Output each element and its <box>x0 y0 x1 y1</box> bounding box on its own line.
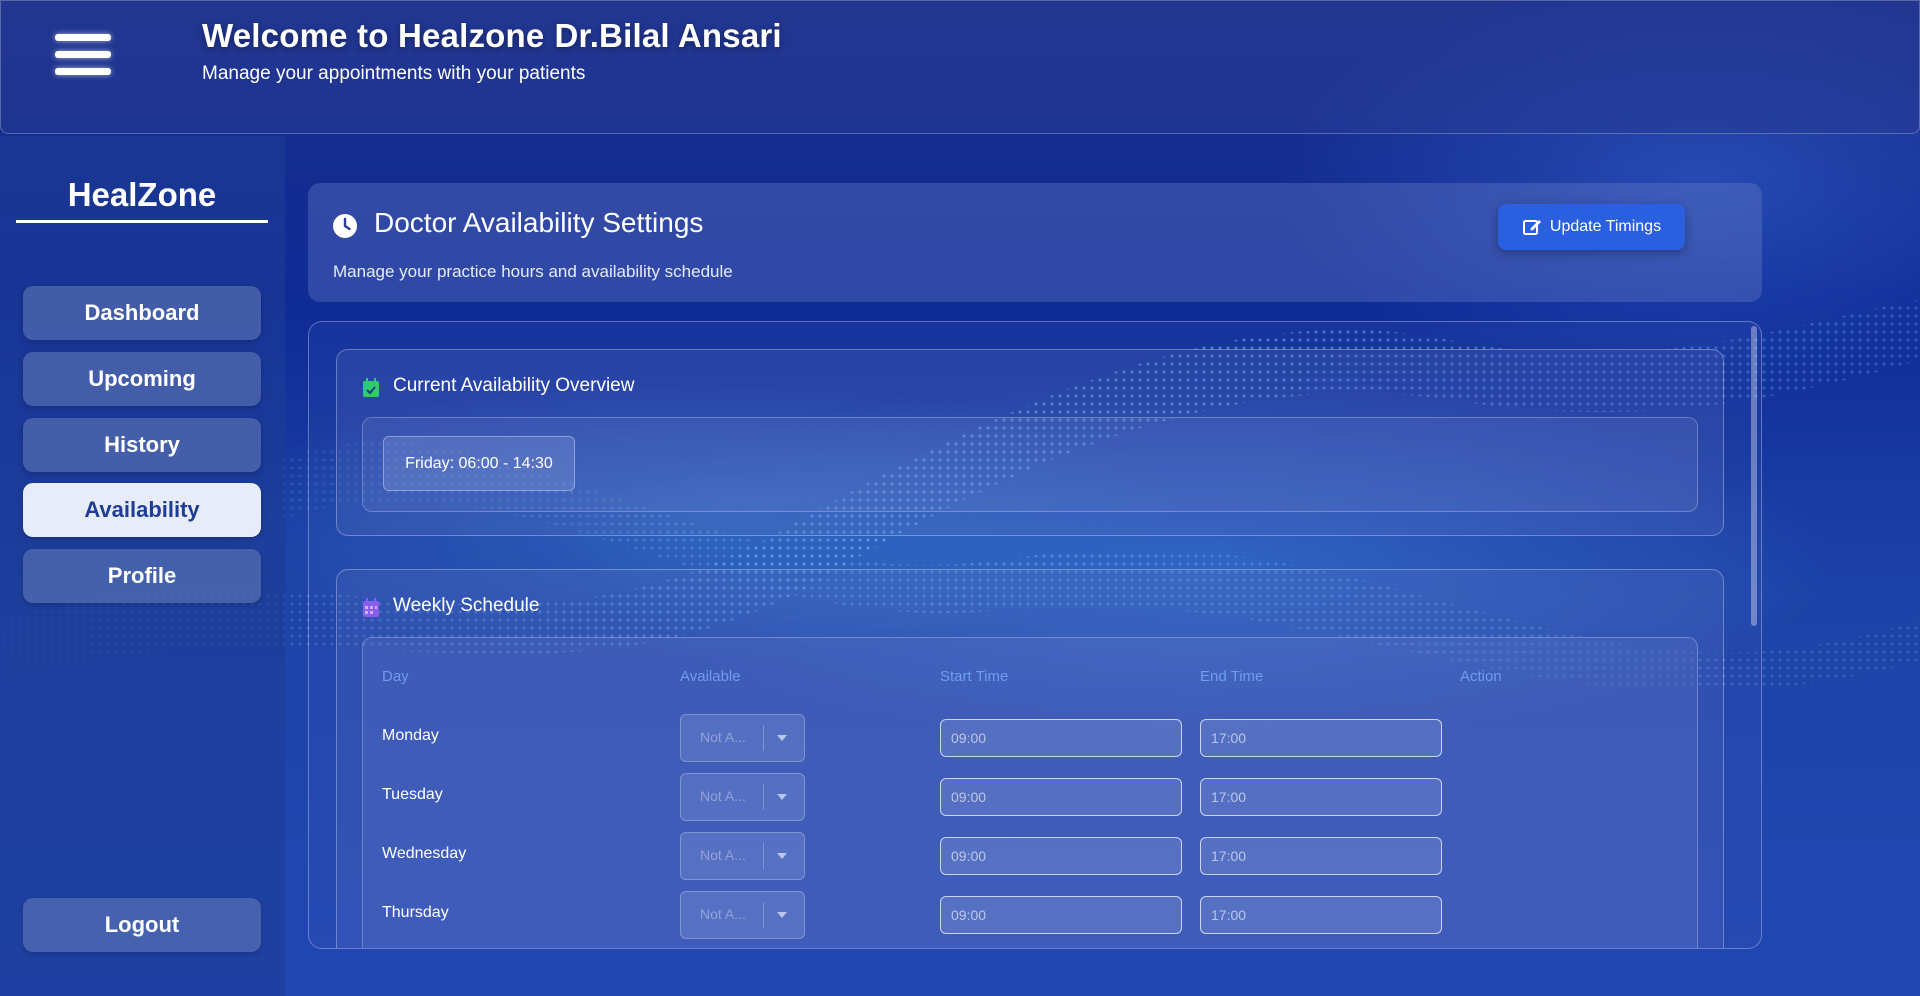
column-header-action: Action <box>1460 668 1502 685</box>
chevron-down-icon <box>777 735 787 741</box>
availability-settings-card: Doctor Availability Settings Manage your… <box>308 183 1762 302</box>
schedule-table: Day Available Start Time End Time Action… <box>362 637 1698 948</box>
availability-select-wednesday[interactable]: Not A... <box>680 832 805 880</box>
weekly-schedule-title: Weekly Schedule <box>393 595 540 616</box>
overview-box: Friday: 06:00 - 14:30 <box>362 417 1698 512</box>
end-time-tuesday[interactable] <box>1200 778 1442 816</box>
scrollbar[interactable] <box>1749 322 1759 948</box>
column-header-day: Day <box>382 668 409 685</box>
sidebar-item-history[interactable]: History <box>23 418 261 472</box>
chevron-down-icon <box>777 912 787 918</box>
availability-overview-section: Current Availability Overview Friday: 06… <box>336 349 1724 536</box>
sidebar-item-upcoming[interactable]: Upcoming <box>23 352 261 406</box>
brand-logo-text: HealZone <box>16 176 268 223</box>
sidebar-item-availability[interactable]: Availability <box>23 483 261 537</box>
day-label-monday: Monday <box>382 727 439 744</box>
chevron-down-icon <box>777 794 787 800</box>
day-label-wednesday: Wednesday <box>382 845 467 862</box>
calendar-check-icon <box>363 378 379 397</box>
calendar-icon <box>363 598 379 617</box>
hamburger-menu-icon[interactable] <box>55 34 111 82</box>
header-subtitle: Manage your appointments with your patie… <box>202 63 586 84</box>
overview-title: Current Availability Overview <box>393 375 635 396</box>
start-time-thursday[interactable] <box>940 896 1182 934</box>
day-label-thursday: Thursday <box>382 904 449 921</box>
schedule-content-panel[interactable]: Current Availability Overview Friday: 06… <box>308 321 1762 949</box>
column-header-end-time: End Time <box>1200 668 1264 685</box>
availability-value: Not A... <box>700 788 746 804</box>
update-timings-button[interactable]: Update Timings <box>1498 204 1685 250</box>
logout-button[interactable]: Logout <box>23 898 261 952</box>
start-time-wednesday[interactable] <box>940 837 1182 875</box>
availability-value: Not A... <box>700 847 746 863</box>
page-subtitle: Manage your practice hours and availabil… <box>333 262 733 281</box>
doctor-name: Dr.Bilal Ansari <box>554 17 782 54</box>
scrollbar-thumb[interactable] <box>1751 326 1757 626</box>
edit-icon <box>1522 220 1541 235</box>
availability-value: Not A... <box>700 906 746 922</box>
sidebar-item-profile[interactable]: Profile <box>23 549 261 603</box>
weekly-schedule-section: Weekly Schedule Day Available Start Time… <box>336 569 1724 948</box>
start-time-monday[interactable] <box>940 719 1182 757</box>
column-header-available: Available <box>680 668 741 685</box>
sidebar-item-dashboard[interactable]: Dashboard <box>23 286 261 340</box>
clock-icon <box>333 214 357 238</box>
end-time-monday[interactable] <box>1200 719 1442 757</box>
availability-chip: Friday: 06:00 - 14:30 <box>383 436 575 491</box>
top-header: Welcome to Healzone Dr.Bilal Ansari Manag… <box>0 0 1920 134</box>
day-label-tuesday: Tuesday <box>382 786 443 803</box>
update-timings-label: Update Timings <box>1549 218 1662 235</box>
start-time-tuesday[interactable] <box>940 778 1182 816</box>
availability-select-tuesday[interactable]: Not A... <box>680 773 805 821</box>
end-time-thursday[interactable] <box>1200 896 1442 934</box>
sidebar: HealZone Dashboard Upcoming History Avai… <box>0 136 285 996</box>
chevron-down-icon <box>777 853 787 859</box>
page-title: Doctor Availability Settings <box>374 207 704 238</box>
availability-select-monday[interactable]: Not A... <box>680 714 805 762</box>
welcome-title: Welcome to Healzone Dr.Bilal Ansari <box>202 17 782 55</box>
welcome-text: Welcome to Healzone <box>202 17 545 54</box>
end-time-wednesday[interactable] <box>1200 837 1442 875</box>
column-header-start-time: Start Time <box>940 668 1009 685</box>
availability-select-thursday[interactable]: Not A... <box>680 891 805 939</box>
availability-value: Not A... <box>700 729 746 745</box>
